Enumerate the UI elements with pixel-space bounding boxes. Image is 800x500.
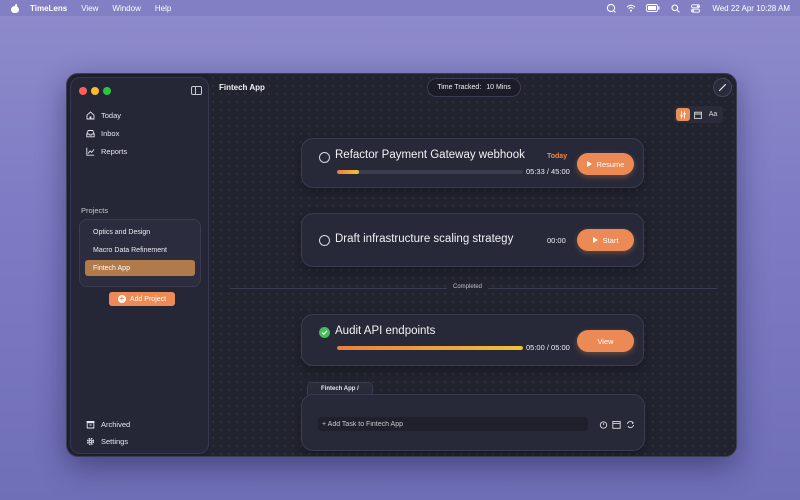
- page-title: Fintech App: [219, 83, 265, 92]
- menu-help[interactable]: Help: [155, 4, 171, 13]
- pencil-icon: [718, 83, 727, 92]
- menu-bar: TimeLens View Window Help Wed 22 Apr 10:…: [0, 0, 800, 16]
- app-window: Today Inbox Reports Projects Optics and …: [66, 73, 737, 457]
- task-timer: 05:00 / 05:00: [526, 343, 570, 352]
- sidebar-item-label: Settings: [101, 436, 129, 446]
- home-icon: [85, 110, 95, 120]
- repeat-icon[interactable]: [625, 419, 635, 429]
- sidebar-toggle-icon[interactable]: [191, 86, 202, 95]
- check-done-icon[interactable]: [319, 327, 330, 338]
- sidebar-item-label: Today: [101, 110, 122, 120]
- time-tracked-value: 10 Mins: [486, 84, 511, 91]
- focus-icon[interactable]: [606, 3, 617, 13]
- search-icon[interactable]: [670, 3, 680, 13]
- edit-button[interactable]: [713, 78, 732, 97]
- sidebar: Today Inbox Reports Projects Optics and …: [70, 77, 209, 454]
- project-item-optics-and-design[interactable]: Optics and Design: [85, 224, 195, 240]
- menu-view[interactable]: View: [81, 4, 98, 13]
- menu-datetime[interactable]: Wed 22 Apr 10:28 AM: [712, 4, 790, 13]
- completed-label: Completed: [447, 284, 489, 290]
- time-tracked-label: Time Tracked:: [437, 84, 482, 91]
- add-project-button[interactable]: + Add Project: [109, 292, 175, 306]
- project-item-fintech-app[interactable]: Fintech App: [85, 260, 195, 276]
- task-timer: 00:00: [547, 236, 566, 245]
- sidebar-item-today[interactable]: Today: [85, 109, 121, 121]
- apple-icon[interactable]: [11, 4, 19, 13]
- task-card[interactable]: Draft infrastructure scaling strategy 00…: [301, 213, 644, 267]
- control-center-icon[interactable]: [690, 3, 700, 13]
- start-label: Start: [602, 235, 619, 245]
- wifi-icon[interactable]: [626, 3, 636, 13]
- gear-icon: [85, 436, 95, 446]
- view-label: View: [597, 336, 614, 346]
- window-controls: [79, 87, 115, 95]
- projects-heading: Projects: [81, 206, 109, 215]
- sidebar-item-settings[interactable]: Settings: [85, 435, 128, 447]
- archive-icon: [85, 419, 95, 429]
- time-tracked-pill: Time Tracked: 10 Mins: [427, 78, 521, 97]
- menu-window[interactable]: Window: [112, 4, 140, 13]
- resume-label: Resume: [596, 159, 625, 169]
- view-button[interactable]: View: [577, 330, 634, 352]
- task-progress-bar: [337, 170, 523, 174]
- sliders-icon[interactable]: [676, 108, 690, 121]
- add-project-label: Add Project: [129, 295, 167, 303]
- task-title: Audit API endpoints: [335, 325, 436, 337]
- sidebar-item-label: Reports: [101, 146, 128, 156]
- sidebar-item-reports[interactable]: Reports: [85, 145, 127, 157]
- task-timer: 05:33 / 45:00: [526, 167, 570, 176]
- completed-task-card[interactable]: Audit API endpoints 05:00 / 05:00 View: [301, 314, 644, 366]
- play-icon: [592, 237, 598, 243]
- resume-button[interactable]: Resume: [577, 153, 634, 175]
- sidebar-item-inbox[interactable]: Inbox: [85, 127, 119, 139]
- task-card[interactable]: Refactor Payment Gateway webhook Today 0…: [301, 138, 644, 188]
- menu-app-name[interactable]: TimeLens: [30, 4, 67, 13]
- play-icon: [586, 161, 592, 167]
- task-title: Refactor Payment Gateway webhook: [335, 149, 525, 161]
- chart-icon: [85, 146, 95, 156]
- minimize-button[interactable]: [91, 87, 99, 95]
- task-progress-bar: [337, 346, 523, 350]
- calendar-icon[interactable]: [611, 419, 621, 429]
- task-checkbox[interactable]: [319, 152, 330, 163]
- task-title: Draft infrastructure scaling strategy: [335, 233, 514, 245]
- sidebar-item-label: Inbox: [101, 128, 120, 138]
- timer-icon[interactable]: [598, 419, 608, 429]
- view-toggle: Aa: [674, 106, 723, 123]
- text-format-toggle[interactable]: Aa: [706, 108, 720, 121]
- sidebar-item-archived[interactable]: Archived: [85, 418, 130, 430]
- inbox-icon: [85, 128, 95, 138]
- plus-icon: +: [117, 294, 126, 303]
- add-task-input[interactable]: [318, 417, 588, 431]
- projects-list: Optics and Design Macro Data Refinement …: [79, 219, 201, 287]
- task-progress-fill: [337, 346, 523, 350]
- calendar-icon[interactable]: [691, 108, 705, 121]
- today-badge: Today: [547, 153, 568, 160]
- task-checkbox[interactable]: [319, 235, 330, 246]
- project-item-macro-data-refinement[interactable]: Macro Data Refinement: [85, 242, 195, 258]
- task-progress-fill: [337, 170, 360, 174]
- sidebar-item-label: Archived: [101, 419, 131, 429]
- battery-icon[interactable]: [646, 3, 660, 13]
- task-composer: [301, 394, 645, 451]
- zoom-button[interactable]: [103, 87, 111, 95]
- close-button[interactable]: [79, 87, 87, 95]
- start-button[interactable]: Start: [577, 229, 634, 251]
